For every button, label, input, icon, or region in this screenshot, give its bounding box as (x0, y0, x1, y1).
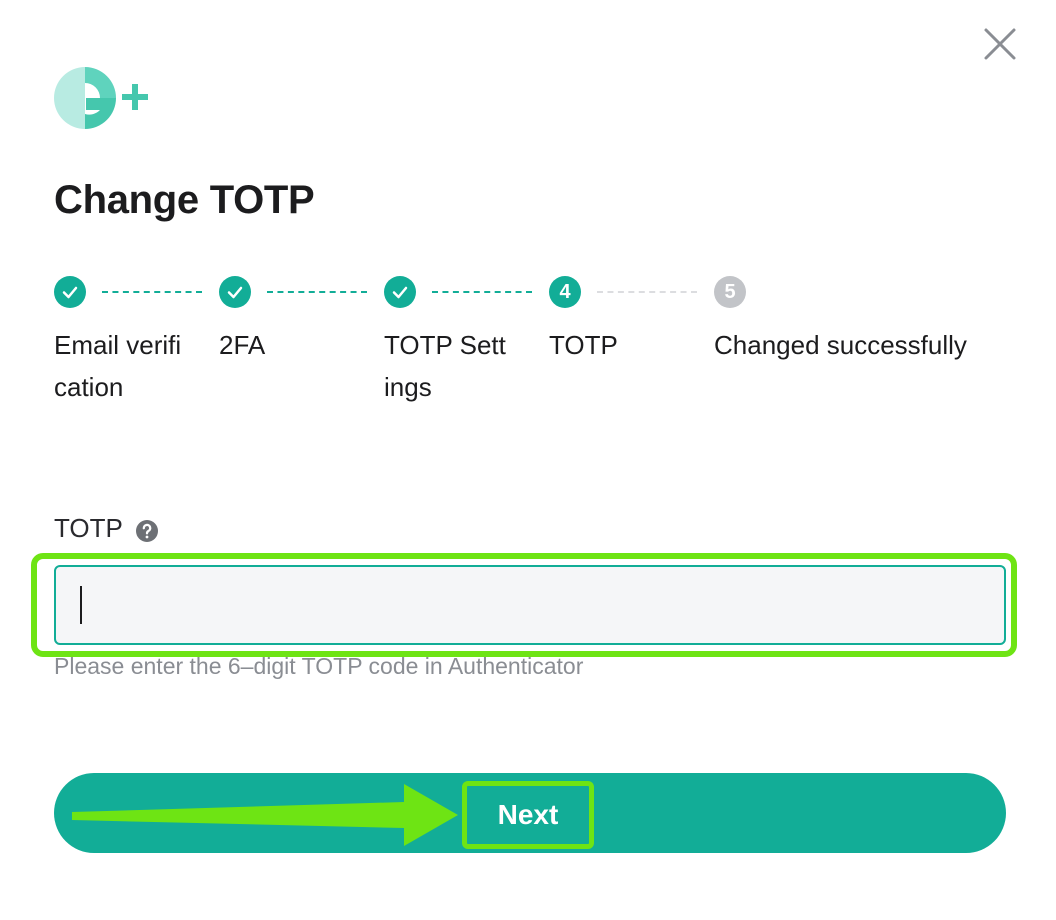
close-icon[interactable] (982, 26, 1018, 62)
step-label: Changed successfully (714, 330, 967, 360)
text-caret (80, 586, 82, 624)
change-totp-dialog: Change TOTP Email verification 2FA TOTP … (0, 0, 1056, 920)
step-totp: 4 TOTP (549, 276, 699, 366)
check-icon (384, 276, 416, 308)
step-label: TOTP (549, 330, 618, 360)
step-label: Email verification (54, 330, 182, 402)
step-number: 4 (549, 276, 581, 308)
question-circle-icon[interactable] (135, 516, 159, 542)
step-email-verification: Email verification (54, 276, 204, 408)
totp-label-text: TOTP (54, 513, 123, 543)
step-number: 5 (714, 276, 746, 308)
step-totp-settings: TOTP Settings (384, 276, 534, 408)
step-label: TOTP Settings (384, 330, 506, 402)
step-changed-successfully: 5 Changed successfully (714, 276, 1034, 366)
check-icon (219, 276, 251, 308)
next-button-label[interactable]: Next (462, 781, 594, 849)
step-2fa: 2FA (219, 276, 369, 366)
dialog-title: Change TOTP (54, 178, 315, 222)
totp-input[interactable] (54, 565, 1006, 645)
totp-field-label: TOTP (54, 510, 159, 546)
check-icon (54, 276, 86, 308)
brand-logo-icon (52, 64, 152, 134)
totp-hint: Please enter the 6–digit TOTP code in Au… (54, 653, 584, 679)
step-label: 2FA (219, 330, 266, 360)
arrow-annotation-icon (72, 784, 458, 846)
